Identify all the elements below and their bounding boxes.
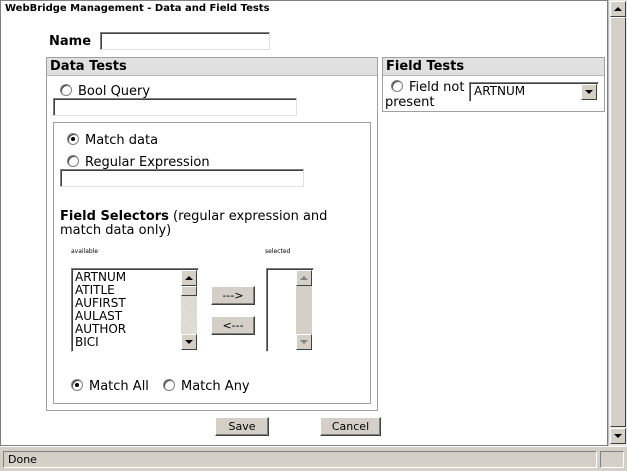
- bool-query-radio[interactable]: [60, 84, 72, 96]
- available-scroll-thumb[interactable]: [181, 286, 197, 296]
- chevron-up-icon[interactable]: [296, 270, 312, 286]
- dropdown-arrow-icon[interactable]: [581, 84, 597, 100]
- status-text: Done: [3, 451, 597, 468]
- bool-query-label: Bool Query: [78, 84, 151, 99]
- chevron-up-icon[interactable]: [181, 270, 197, 286]
- available-fields-listbox[interactable]: ARTNUM ATITLE AUFIRST AULAST AUTHOR BICI: [71, 268, 199, 352]
- browser-window: WebBridge Management - Data and Field Te…: [0, 0, 627, 471]
- match-any-label: Match Any: [181, 379, 250, 394]
- selected-label: selected: [265, 248, 291, 255]
- save-button[interactable]: Save: [215, 417, 269, 436]
- field-tests-panel: Field Tests Field not present ARTNUM: [382, 57, 605, 112]
- add-field-button[interactable]: --->: [211, 286, 255, 305]
- data-tests-panel: Data Tests Bool Query Match data Regular…: [46, 57, 378, 411]
- field-selectors-title: Field Selectors: [60, 209, 169, 224]
- remove-field-button[interactable]: <---: [211, 316, 255, 335]
- regex-input[interactable]: [60, 169, 304, 187]
- selected-fields-listbox[interactable]: [266, 268, 314, 352]
- chevron-down-icon[interactable]: [610, 428, 626, 444]
- selected-listbox-scrollbar[interactable]: [296, 270, 312, 350]
- match-all-label: Match All: [89, 379, 149, 394]
- chevron-down-icon[interactable]: [181, 334, 197, 350]
- available-fields-list: ARTNUM ATITLE AUFIRST AULAST AUTHOR BICI: [75, 271, 126, 349]
- match-any-radio[interactable]: [163, 379, 175, 391]
- name-label: Name: [49, 34, 92, 49]
- data-tests-heading: Data Tests: [47, 58, 377, 76]
- page-scrollbar[interactable]: [608, 0, 627, 446]
- field-selectors-caption: Field Selectors (regular expression and …: [60, 210, 364, 238]
- chevron-down-icon[interactable]: [296, 334, 312, 350]
- cancel-button[interactable]: Cancel: [320, 417, 381, 436]
- field-not-present-label-line2: present: [385, 95, 435, 110]
- page-scroll-thumb[interactable]: [610, 17, 626, 427]
- field-not-present-label-line1: Field not: [409, 80, 465, 95]
- status-bar: Done: [0, 446, 627, 471]
- match-options-box: Match data Regular Expression Field Sele…: [53, 122, 371, 404]
- available-label: available: [71, 248, 99, 255]
- page-title: WebBridge Management - Data and Field Te…: [5, 3, 270, 14]
- list-item[interactable]: BICI: [75, 336, 126, 349]
- bool-query-input[interactable]: [53, 98, 297, 116]
- status-bar-grip: [600, 451, 624, 468]
- match-all-radio[interactable]: [71, 379, 83, 391]
- page-content: WebBridge Management - Data and Field Te…: [0, 0, 608, 446]
- match-data-radio[interactable]: [67, 133, 79, 145]
- available-listbox-scrollbar[interactable]: [181, 270, 197, 350]
- field-select-value: ARTNUM: [474, 84, 526, 98]
- chevron-up-icon[interactable]: [610, 1, 626, 17]
- field-not-present-radio[interactable]: [391, 80, 403, 92]
- regex-label: Regular Expression: [85, 155, 210, 170]
- match-data-label: Match data: [85, 133, 159, 148]
- field-tests-heading: Field Tests: [383, 58, 604, 76]
- field-select-dropdown[interactable]: ARTNUM: [469, 82, 599, 102]
- regex-radio[interactable]: [67, 155, 79, 167]
- name-input[interactable]: [100, 32, 270, 50]
